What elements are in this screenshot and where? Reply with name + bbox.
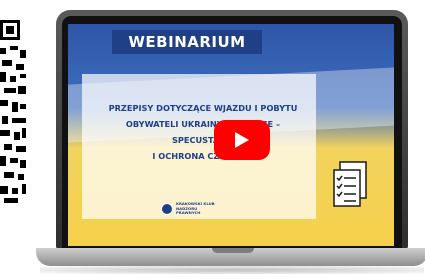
webinar-title: PRZEPISY DOTYCZĄCE WJAZDU I POBYTU OBYWA… bbox=[90, 100, 316, 164]
document-checklist-icon bbox=[333, 161, 367, 207]
qr-code-icon bbox=[0, 20, 26, 205]
title-line-1: PRZEPISY DOTYCZĄCE WJAZDU I POBYTU bbox=[108, 103, 298, 113]
title-line-2: OBYWATELI UKRAINY W POLSCE – bbox=[125, 119, 281, 129]
title-line-4: I OCHRONA CZASOWA bbox=[152, 151, 254, 161]
play-icon bbox=[235, 132, 249, 148]
webinar-banner: WEBINARIUM bbox=[112, 30, 262, 54]
laptop-shadow bbox=[40, 266, 424, 274]
webinar-screen[interactable]: WEBINARIUM PRZEPISY DOTYCZĄCE WJAZDU I P… bbox=[68, 24, 394, 246]
play-button[interactable] bbox=[214, 120, 270, 160]
organization-logo-icon bbox=[161, 203, 173, 215]
laptop-base bbox=[36, 248, 425, 266]
org-line-2: NADZORU PRAWNYCH bbox=[176, 205, 201, 216]
laptop-notch bbox=[212, 248, 254, 253]
organization-logo: KRAKOWSKI KLUB NADZORU PRAWNYCH bbox=[161, 202, 221, 216]
title-line-3: SPECUSTAWA bbox=[172, 135, 234, 145]
